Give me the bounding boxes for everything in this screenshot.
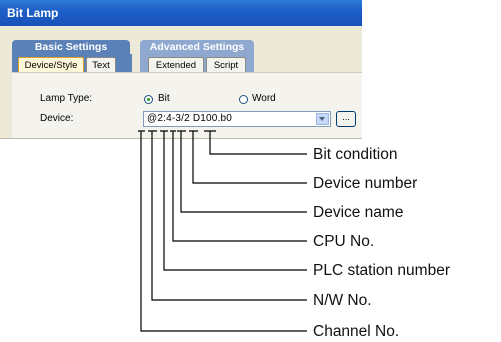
callout-device-number: Device number [313, 175, 418, 192]
callout-lines [138, 130, 307, 332]
bracket-channel-no [138, 130, 307, 332]
callout-nw-no: N/W No. [313, 292, 372, 309]
bracket-cpu-no [170, 130, 307, 242]
callout-cpu-no: CPU No. [313, 233, 375, 250]
bracket-nw-no [148, 130, 307, 301]
callout-plc-station-number: PLC station number [313, 262, 450, 279]
callout-device-name: Device name [313, 204, 404, 221]
bracket-bit-condition [204, 130, 307, 155]
bracket-device-name [177, 130, 307, 213]
bracket-plc-station [160, 130, 307, 271]
callout-bit-condition: Bit condition [313, 146, 398, 163]
callout-channel-no: Channel No. [313, 323, 400, 340]
bracket-device-number [189, 130, 307, 184]
